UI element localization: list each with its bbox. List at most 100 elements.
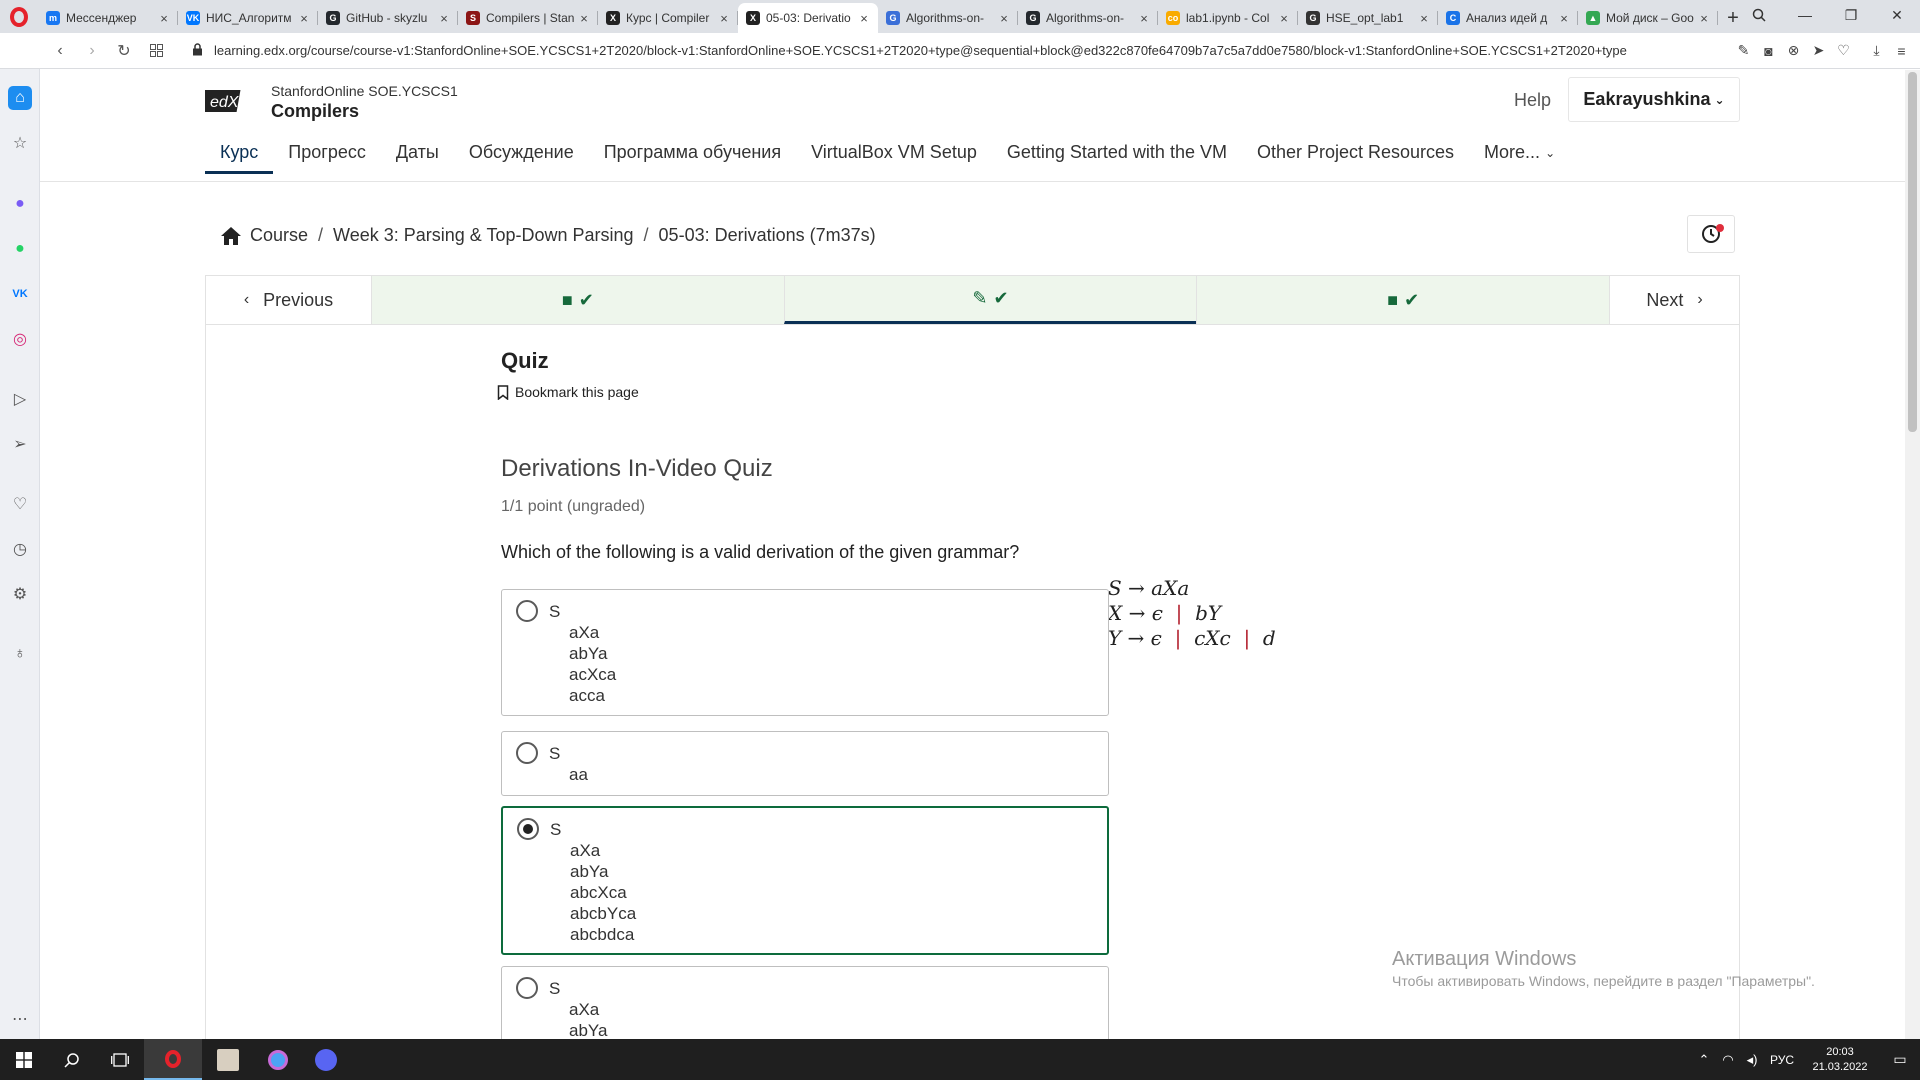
tab-close-icon[interactable]: × [156, 11, 172, 26]
settings-icon[interactable]: ⚙ [8, 582, 32, 606]
course-tab[interactable]: VirtualBox VM Setup [796, 134, 992, 174]
send-icon[interactable]: ➤ [1806, 37, 1831, 65]
close-window-icon[interactable]: ✕ [1874, 0, 1920, 30]
messenger-icon[interactable]: ● [8, 192, 32, 216]
sequence-unit-quiz[interactable]: ✎ ✔ [783, 276, 1197, 324]
browser-tab[interactable]: G GitHub - skyzlu × [318, 3, 458, 33]
course-tab[interactable]: More... [1469, 134, 1555, 174]
search-icon[interactable] [48, 1039, 96, 1080]
tab-close-icon[interactable]: × [1136, 11, 1152, 26]
vk-icon[interactable]: VK [8, 282, 32, 306]
sequence-unit-video-2[interactable]: ■ ✔ [1196, 276, 1610, 324]
instagram-icon[interactable]: ◎ [8, 327, 32, 351]
tab-close-icon[interactable]: × [856, 11, 872, 26]
download-icon[interactable]: ⤓ [1864, 37, 1889, 65]
browser-tab[interactable]: co lab1.ipynb - Col × [1158, 3, 1298, 33]
tab-close-icon[interactable]: × [436, 11, 452, 26]
taskbar-clock[interactable]: 20:03 21.03.2022 [1800, 1045, 1880, 1075]
browser-tab[interactable]: G HSE_opt_lab1 × [1298, 3, 1438, 33]
next-button[interactable]: Next › [1609, 276, 1740, 324]
tab-close-icon[interactable]: × [1696, 11, 1712, 26]
edit-icon[interactable]: ✎ [1731, 37, 1756, 65]
user-menu-button[interactable]: Eakrayushkina ⌄ [1568, 77, 1740, 122]
radio-button[interactable] [517, 818, 539, 840]
course-tab[interactable]: Обсуждение [454, 134, 589, 174]
browser-tab[interactable]: G Algorithms-on- × [1018, 3, 1158, 33]
tab-close-icon[interactable]: × [996, 11, 1012, 26]
sequence-unit-video-1[interactable]: ■ ✔ [371, 276, 784, 324]
browser-taskbar-icon[interactable] [254, 1039, 302, 1080]
browser-tab[interactable]: X 05-03: Derivatio × [738, 3, 878, 33]
grammar-term: bY [1195, 601, 1222, 625]
tab-close-icon[interactable]: × [296, 11, 312, 26]
tab-close-icon[interactable]: × [1416, 11, 1432, 26]
volume-icon[interactable]: ◂) [1740, 1052, 1764, 1068]
answer-option[interactable]: Saa [501, 731, 1109, 796]
app-taskbar-icon[interactable] [202, 1039, 254, 1080]
send-sidebar-icon[interactable]: ➢ [8, 432, 32, 456]
whatsapp-icon[interactable]: ● [8, 237, 32, 261]
answer-option[interactable]: SaXa abYa acXca acca [501, 589, 1109, 716]
notification-center-icon[interactable]: ▭ [1880, 1039, 1920, 1080]
player-icon[interactable]: ▷ [8, 387, 32, 411]
notifications-button[interactable] [1687, 215, 1735, 253]
course-tab[interactable]: Даты [381, 134, 454, 174]
language-indicator[interactable]: РУС [1764, 1053, 1800, 1067]
answer-option[interactable]: SaXa abYa [501, 966, 1109, 1039]
course-tab[interactable]: Other Project Resources [1242, 134, 1469, 174]
adblock-icon[interactable]: ⊗ [1781, 37, 1806, 65]
scroll-thumb[interactable] [1908, 72, 1917, 432]
forward-icon[interactable]: › [76, 35, 108, 67]
tab-close-icon[interactable]: × [1276, 11, 1292, 26]
back-icon[interactable]: ‹ [44, 35, 76, 67]
previous-button[interactable]: ‹ Previous [206, 276, 371, 324]
speed-dial-icon[interactable] [140, 35, 172, 67]
radio-button[interactable] [516, 977, 538, 999]
favorites-icon[interactable]: ♡ [8, 492, 32, 516]
radio-button[interactable] [516, 742, 538, 764]
course-tab[interactable]: Прогресс [273, 134, 381, 174]
course-tab[interactable]: Программа обучения [589, 134, 796, 174]
help-link[interactable]: Help [1514, 90, 1551, 111]
browser-tab[interactable]: C Анализ идей д × [1438, 3, 1578, 33]
home-sidebar-icon[interactable]: ⌂ [8, 86, 32, 110]
browser-tab[interactable]: ▲ Мой диск – Goo × [1578, 3, 1718, 33]
minimize-icon[interactable]: — [1782, 0, 1828, 30]
chevron-up-icon[interactable]: ⌃ [1692, 1052, 1716, 1068]
star-icon[interactable]: ☆ [8, 131, 32, 155]
network-icon[interactable]: ◠ [1716, 1052, 1740, 1068]
reload-icon[interactable]: ↻ [108, 35, 140, 67]
browser-tab[interactable]: X Курс | Compiler × [598, 3, 738, 33]
edx-logo[interactable]: edX [205, 87, 255, 117]
browser-tab[interactable]: G Algorithms-on- × [878, 3, 1018, 33]
breadcrumb-course[interactable]: Course [250, 225, 308, 246]
opera-taskbar-icon[interactable] [144, 1039, 202, 1080]
browser-tab[interactable]: S Compilers | Stan × [458, 3, 598, 33]
answer-option[interactable]: SaXa abYa abcXca abcbYca abcbdca [501, 806, 1109, 955]
history-icon[interactable]: ◷ [8, 537, 32, 561]
windows-start-icon[interactable] [0, 1039, 48, 1080]
more-sidebar-icon[interactable]: ⋯ [8, 1007, 32, 1031]
search-tabs-icon[interactable] [1736, 0, 1782, 30]
menu-icon[interactable]: ≡ [1889, 37, 1914, 65]
page-scrollbar[interactable] [1905, 70, 1920, 1039]
course-tab[interactable]: Курс [205, 134, 274, 174]
url-field[interactable]: learning.edx.org/course/course-v1:Stanfo… [208, 43, 1693, 58]
tab-close-icon[interactable]: × [716, 11, 732, 26]
browser-tab[interactable]: VK НИС_Алгоритм × [178, 3, 318, 33]
lock-icon[interactable] [186, 42, 208, 59]
camera-icon[interactable]: ◙ [1756, 37, 1781, 65]
heart-icon[interactable]: ♡ [1831, 37, 1856, 65]
task-view-icon[interactable] [96, 1039, 144, 1080]
radio-button[interactable] [516, 600, 538, 622]
breadcrumb-week[interactable]: Week 3: Parsing & Top-Down Parsing [333, 225, 633, 246]
browser-tab[interactable]: m Мессенджер × [38, 3, 178, 33]
bookmark-button[interactable]: Bookmark this page [497, 384, 639, 400]
course-tab[interactable]: Getting Started with the VM [992, 134, 1242, 174]
discord-icon[interactable] [302, 1039, 350, 1080]
tab-close-icon[interactable]: × [576, 11, 592, 26]
restore-icon[interactable]: ❐ [1828, 0, 1874, 30]
tips-icon[interactable]: ♁ [8, 642, 32, 666]
opera-logo-icon[interactable] [0, 0, 38, 33]
tab-close-icon[interactable]: × [1556, 11, 1572, 26]
